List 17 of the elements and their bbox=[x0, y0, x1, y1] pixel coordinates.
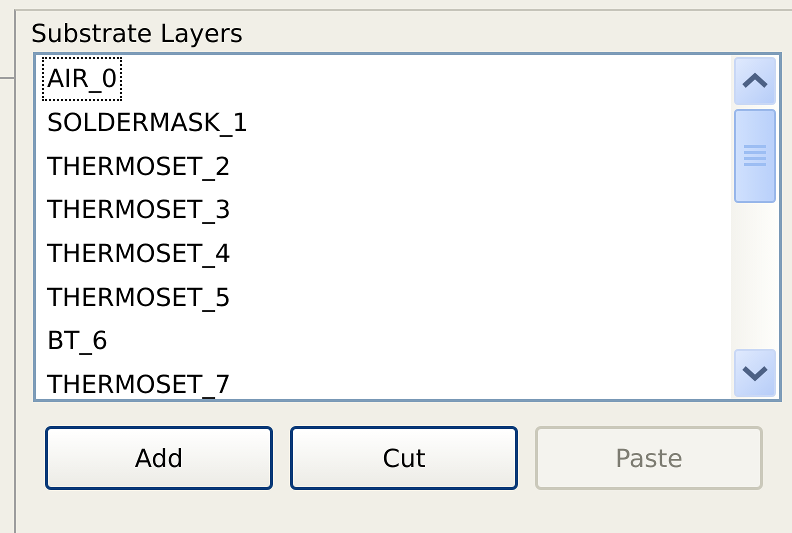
group-title: Substrate Layers bbox=[31, 21, 243, 46]
list-item[interactable]: BT_6 bbox=[42, 319, 113, 363]
list-item[interactable]: THERMOSET_4 bbox=[42, 232, 236, 276]
list-item[interactable]: THERMOSET_3 bbox=[42, 188, 236, 232]
down-chevron-icon bbox=[740, 364, 770, 382]
list-item[interactable]: AIR_0 bbox=[42, 57, 122, 101]
scroll-up-button[interactable] bbox=[734, 57, 776, 105]
list-item[interactable]: SOLDERMASK_1 bbox=[42, 100, 254, 144]
up-chevron-icon bbox=[740, 72, 770, 90]
scroll-down-button[interactable] bbox=[734, 349, 776, 397]
action-button[interactable]: Add bbox=[45, 426, 273, 490]
list-item[interactable]: THERMOSET_2 bbox=[42, 144, 236, 188]
list-item[interactable]: THERMOSET_7 bbox=[42, 362, 236, 399]
list-item[interactable]: THERMOSET_5 bbox=[42, 275, 236, 320]
action-button[interactable]: Cut bbox=[290, 426, 518, 490]
scroll-thumb[interactable] bbox=[734, 109, 776, 203]
grip-icon bbox=[744, 143, 766, 169]
